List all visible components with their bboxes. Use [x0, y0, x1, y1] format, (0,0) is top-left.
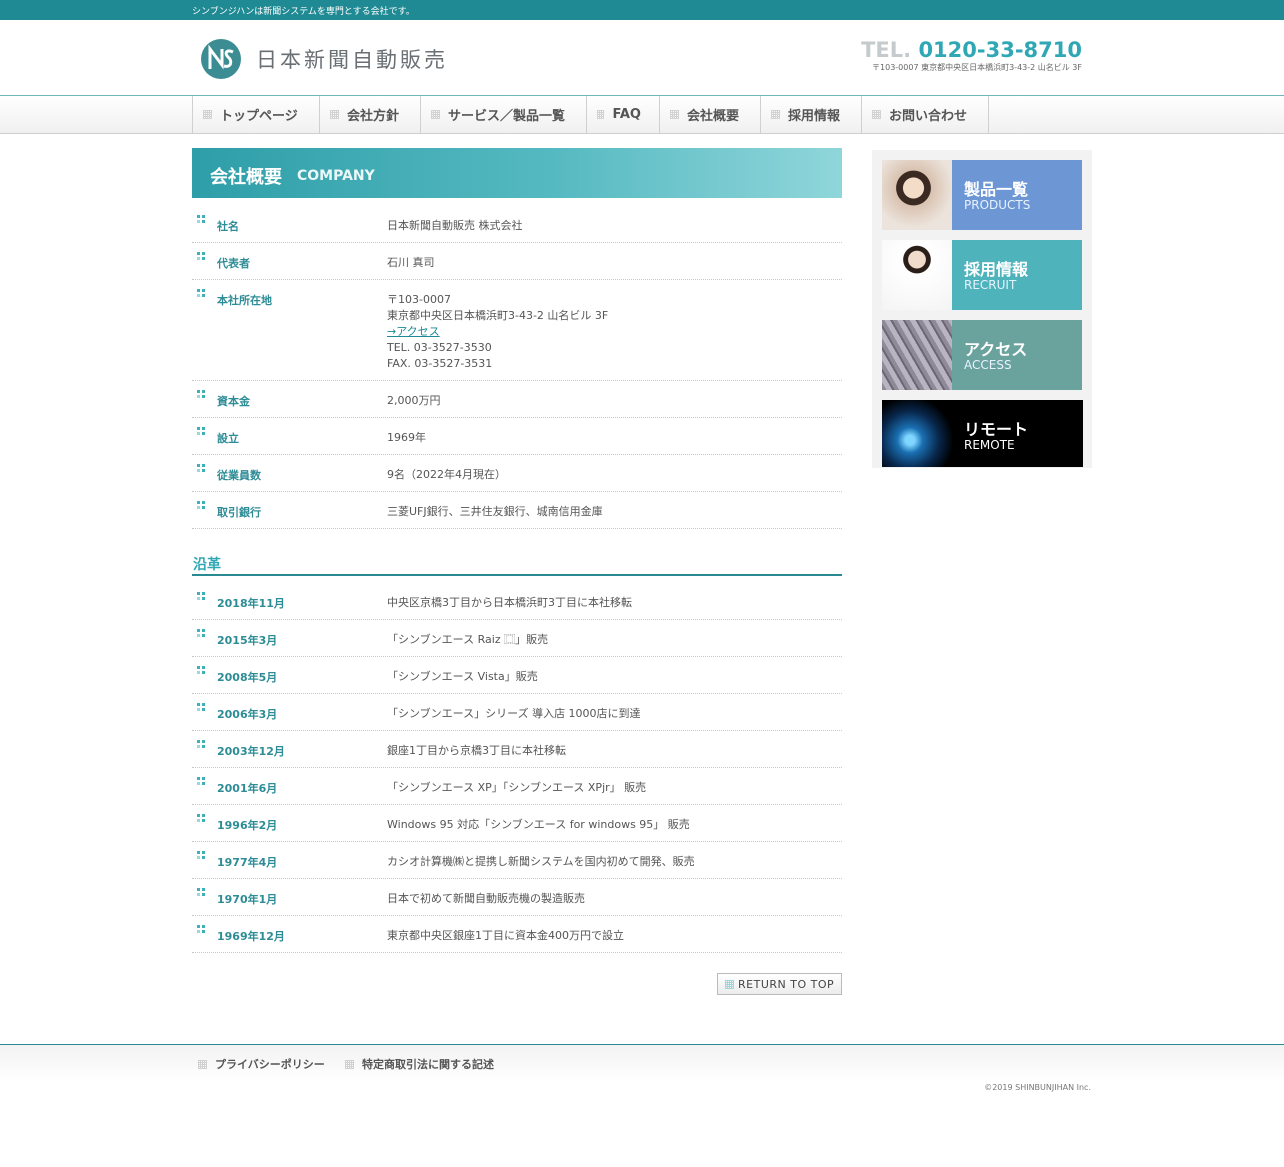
- table-row: 2018年11月 中央区京橋3丁目から日本橋浜町3丁目に本社移転: [192, 583, 842, 620]
- nav-bullet-icon: [670, 110, 679, 119]
- company-logo-icon[interactable]: [200, 38, 242, 80]
- table-row: 設立 1969年: [192, 418, 842, 455]
- table-row: 2001年6月 「シンブンエース XP」「シンブンエース XPjr」 販売: [192, 768, 842, 805]
- access-link[interactable]: →アクセス: [387, 325, 440, 338]
- top-bar: シンブンジハンは新聞システムを専門とする会社です。: [0, 0, 1284, 20]
- copyright: ©2019 SHINBUNJIHAN Inc.: [984, 1083, 1091, 1092]
- table-row: 社名 日本新聞自動販売 株式会社: [192, 206, 842, 243]
- header: [0, 20, 1284, 96]
- row-bullet-icon: [197, 592, 205, 600]
- company-table: 社名 日本新聞自動販売 株式会社 代表者 石川 真司 本社所在地 〒103-00…: [192, 206, 842, 529]
- header-address: 〒103-0007 東京都中央区日本橋浜町3-43-2 山名ビル 3F: [872, 63, 1082, 72]
- nav-item-company[interactable]: 会社概要: [660, 96, 761, 133]
- history-heading: 沿革: [192, 554, 842, 576]
- table-row: 2008年5月 「シンブンエース Vista」販売: [192, 657, 842, 694]
- row-bullet-icon: [197, 925, 205, 933]
- row-bullet-icon: [197, 289, 205, 297]
- nav-bullet-icon: [771, 110, 780, 119]
- row-bullet-icon: [197, 814, 205, 822]
- table-row: 資本金 2,000万円: [192, 381, 842, 418]
- footer-bullet-icon: [198, 1059, 207, 1069]
- row-bullet-icon: [197, 703, 205, 711]
- footer-bullet-icon: [345, 1059, 354, 1069]
- tel-label: TEL.: [861, 38, 912, 62]
- tel-number: 0120-33-8710: [918, 38, 1082, 62]
- table-row: 1977年4月 カシオ計算機㈱と提携し新聞システムを国内初めて開発、販売: [192, 842, 842, 879]
- table-row: 1969年12月 東京都中央区銀座1丁目に資本金400万円で設立: [192, 916, 842, 953]
- globe-photo-icon: [882, 400, 952, 467]
- row-bullet-icon: [197, 390, 205, 398]
- nav-bullet-icon: [597, 110, 605, 119]
- row-bullet-icon: [197, 777, 205, 785]
- office-address: 〒103-0007 東京都中央区日本橋浜町3-43-2 山名ビル 3F →アクセ…: [387, 293, 609, 370]
- table-row: 代表者 石川 真司: [192, 243, 842, 280]
- recruit-banner[interactable]: 採用情報 RECRUIT: [882, 240, 1082, 310]
- table-row: 本社所在地 〒103-0007 東京都中央区日本橋浜町3-43-2 山名ビル 3…: [192, 280, 842, 381]
- row-bullet-icon: [197, 427, 205, 435]
- page-title: 会社概要: [210, 167, 282, 188]
- crowd-photo-icon: [882, 320, 952, 390]
- table-row: 2003年12月 銀座1丁目から京橋3丁目に本社移転: [192, 731, 842, 768]
- sidebar: 製品一覧 PRODUCTS 採用情報 RECRUIT アクセス ACCESS リ…: [872, 150, 1092, 468]
- staff-photo-icon: [882, 240, 952, 310]
- commercial-law-link[interactable]: 特定商取引法に関する記述: [345, 1056, 494, 1072]
- remote-banner[interactable]: リモート REMOTE: [882, 400, 1083, 467]
- row-bullet-icon: [197, 629, 205, 637]
- table-row: 従業員数 9名（2022年4月現在）: [192, 455, 842, 492]
- table-row: 1970年1月 日本で初めて新聞自動販売機の製造販売: [192, 879, 842, 916]
- row-bullet-icon: [197, 501, 205, 509]
- row-bullet-icon: [197, 740, 205, 748]
- tagline: シンブンジハンは新聞システムを専門とする会社です。: [192, 7, 415, 17]
- history-table: 2018年11月 中央区京橋3丁目から日本橋浜町3丁目に本社移転 2015年3月「…: [192, 583, 842, 953]
- return-to-top-button[interactable]: RETURN TO TOP: [717, 973, 842, 995]
- row-bullet-icon: [197, 888, 205, 896]
- access-banner[interactable]: アクセス ACCESS: [882, 320, 1082, 390]
- nav-bullet-icon: [203, 110, 212, 119]
- table-row: 2006年3月 「シンブンエース」シリーズ 導入店 1000店に到達: [192, 694, 842, 731]
- nav-item-top[interactable]: トップページ: [193, 96, 320, 133]
- company-logo-text[interactable]: 日本新聞自動販売: [256, 44, 448, 74]
- row-bullet-icon: [197, 851, 205, 859]
- page-title-banner: 会社概要 COMPANY: [192, 148, 842, 198]
- table-row: 2015年3月 「シンブンエース Raiz ⿴」販売: [192, 620, 842, 657]
- nav-item-contact[interactable]: お問い合わせ: [862, 96, 989, 133]
- row-bullet-icon: [197, 464, 205, 472]
- header-tel: TEL. 0120-33-8710: [861, 38, 1082, 62]
- footer: プライバシーポリシー 特定商取引法に関する記述: [0, 1044, 1284, 1081]
- operator-photo-icon: [882, 160, 952, 230]
- table-row: 取引銀行 三菱UFJ銀行、三井住友銀行、城南信用金庫: [192, 492, 842, 529]
- nav-bullet-icon: [330, 110, 339, 119]
- row-bullet-icon: [197, 252, 205, 260]
- nav-bullet-icon: [431, 110, 440, 119]
- page-subtitle: COMPANY: [297, 168, 375, 184]
- nav-bullet-icon: [872, 110, 881, 119]
- table-row: 1996年2月 Windows 95 対応「シンブンエース for windows…: [192, 805, 842, 842]
- row-bullet-icon: [197, 666, 205, 674]
- privacy-policy-link[interactable]: プライバシーポリシー: [198, 1056, 325, 1072]
- global-nav: トップページ 会社方針 サービス／製品一覧 FAQ 会社概要 採用情報 お問い合…: [0, 96, 1284, 134]
- nav-item-policy[interactable]: 会社方針: [320, 96, 421, 133]
- nav-item-recruit[interactable]: 採用情報: [761, 96, 862, 133]
- products-banner[interactable]: 製品一覧 PRODUCTS: [882, 160, 1082, 230]
- nav-item-services[interactable]: サービス／製品一覧: [421, 96, 587, 133]
- nav-item-faq[interactable]: FAQ: [587, 96, 660, 133]
- row-bullet-icon: [197, 215, 205, 223]
- return-bullet-icon: [725, 980, 734, 989]
